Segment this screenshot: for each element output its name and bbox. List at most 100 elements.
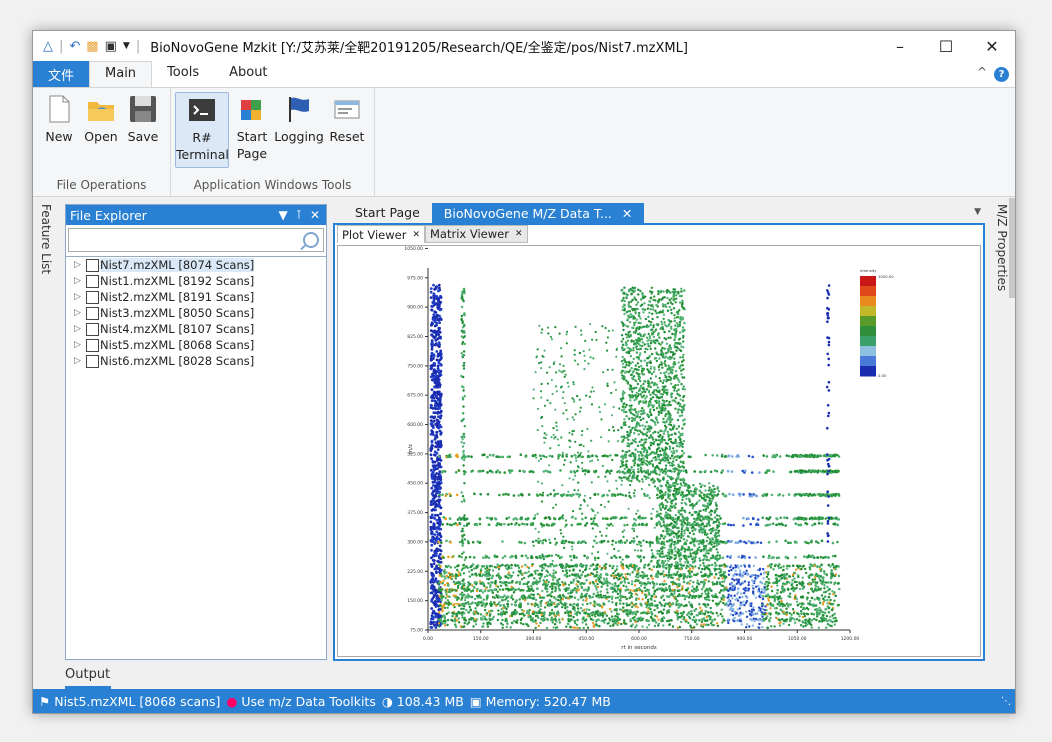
data-point [822, 597, 825, 600]
tab-mz-data-toolkit[interactable]: BioNovoGene M/Z Data T... ✕ [431, 203, 645, 223]
tab-start-page[interactable]: Start Page [343, 203, 432, 223]
file-checkbox[interactable] [86, 290, 99, 304]
data-point [801, 621, 805, 624]
tab-close-icon[interactable]: ✕ [622, 206, 632, 221]
data-point [593, 600, 596, 603]
data-point [430, 607, 434, 610]
data-point [834, 566, 837, 569]
data-point [485, 516, 489, 520]
x-tick-label: 750.00 [684, 636, 700, 642]
save-button[interactable]: Save [125, 94, 161, 145]
data-point [680, 614, 684, 618]
file-search-input[interactable] [68, 228, 324, 252]
data-point [487, 621, 490, 624]
data-point [755, 494, 759, 498]
data-point [711, 581, 714, 584]
data-point [649, 321, 653, 324]
flask-icon[interactable]: △ [43, 39, 53, 54]
file-checkbox[interactable] [86, 258, 99, 272]
expand-arrow-icon[interactable]: ▷ [74, 340, 86, 350]
data-point [700, 620, 704, 623]
data-point [497, 566, 500, 569]
data-point [541, 596, 545, 599]
logging-button[interactable]: Logging [273, 94, 325, 145]
data-point [437, 368, 440, 372]
tab-matrix-viewer[interactable]: Matrix Viewer ✕ [424, 225, 528, 243]
plot-viewer[interactable]: 0.00 150.00 300.00 450.00 600.00 750.00 900.00… [337, 245, 981, 657]
data-point [466, 593, 470, 596]
file-tree-item[interactable]: ▷ Nist4.mzXML [8107 Scans] [74, 321, 326, 337]
expand-arrow-icon[interactable]: ▷ [74, 308, 86, 318]
dropdown-arrow-icon[interactable]: ▼ [123, 41, 130, 51]
close-button[interactable]: ✕ [969, 31, 1015, 61]
open-button[interactable]: Open [81, 94, 121, 145]
file-checkbox[interactable] [86, 306, 99, 320]
tab-tools[interactable]: Tools [152, 61, 214, 87]
data-point [831, 572, 834, 575]
data-point [675, 603, 678, 607]
feature-list-tab[interactable]: Feature List [39, 204, 53, 274]
file-checkbox[interactable] [86, 338, 99, 352]
data-point [562, 540, 566, 544]
expand-arrow-icon[interactable]: ▷ [74, 276, 86, 286]
file-checkbox[interactable] [86, 354, 99, 368]
help-icon[interactable]: ? [994, 67, 1009, 82]
file-tree-item[interactable]: ▷ Nist2.mzXML [8191 Scans] [74, 289, 326, 305]
file-tree-item[interactable]: ▷ Nist5.mzXML [8068 Scans] [74, 337, 326, 353]
expand-arrow-icon[interactable]: ▷ [74, 356, 86, 366]
collapse-ribbon-icon[interactable]: ^ [977, 65, 987, 79]
file-tree-item[interactable]: ▷ Nist1.mzXML [8192 Scans] [74, 273, 326, 289]
file-tree-item[interactable]: ▷ Nist7.mzXML [8074 Scans] [74, 257, 326, 273]
tab-main[interactable]: Main [89, 61, 153, 87]
data-point [621, 470, 625, 474]
file-checkbox[interactable] [86, 274, 99, 288]
search-icon[interactable] [303, 232, 319, 248]
tab-about[interactable]: About [214, 61, 282, 87]
data-point [430, 388, 434, 391]
data-point [576, 589, 579, 592]
new-button[interactable]: New [41, 94, 77, 145]
tab-plot-viewer[interactable]: Plot Viewer ✕ [337, 225, 425, 243]
mz-scatter-plot[interactable]: 0.00 150.00 300.00 450.00 600.00 750.00 900.00… [338, 246, 980, 656]
y-axis-label: m/z [408, 444, 414, 454]
data-point [637, 597, 641, 600]
minimize-button[interactable]: – [877, 31, 923, 61]
data-point [690, 610, 693, 613]
data-point [816, 581, 819, 584]
data-point [482, 598, 485, 601]
pin-icon[interactable]: ⊺ [296, 208, 302, 222]
expand-arrow-icon[interactable]: ▷ [74, 324, 86, 334]
data-point [569, 610, 572, 613]
maximize-button[interactable]: ☐ [923, 31, 969, 61]
data-point [435, 358, 439, 362]
file-tree-item[interactable]: ▷ Nist6.mzXML [8028 Scans] [74, 353, 326, 369]
data-point [667, 576, 670, 579]
open-folder-icon[interactable]: ▩ [86, 39, 98, 54]
data-point [688, 617, 692, 620]
matrix-viewer-close-icon[interactable]: ✕ [515, 229, 523, 239]
terminal-icon[interactable]: ▣ [105, 39, 117, 54]
start-page-button[interactable]: Start Page [233, 94, 271, 162]
undo-icon[interactable]: ↶ [69, 39, 80, 54]
feature-list-strip[interactable]: Feature List [33, 198, 59, 668]
file-tree-item[interactable]: ▷ Nist3.mzXML [8050 Scans] [74, 305, 326, 321]
expand-arrow-icon[interactable]: ▷ [74, 292, 86, 302]
panel-close-icon[interactable]: ✕ [310, 208, 320, 222]
r-terminal-button[interactable]: R# Terminal [175, 92, 229, 168]
data-point [518, 598, 521, 601]
data-point [431, 472, 434, 476]
data-point [650, 602, 654, 605]
file-checkbox[interactable] [86, 322, 99, 336]
reset-button[interactable]: Reset [327, 94, 367, 145]
expand-arrow-icon[interactable]: ▷ [74, 260, 86, 270]
plot-viewer-close-icon[interactable]: ✕ [412, 230, 420, 240]
data-point [449, 602, 453, 606]
tab-file[interactable]: 文件 [33, 61, 90, 87]
tab-list-dropdown-icon[interactable]: ▼ [974, 207, 981, 217]
data-point [827, 595, 831, 599]
data-point [711, 620, 714, 623]
panel-menu-icon[interactable]: ▼ [278, 208, 287, 222]
data-point [434, 615, 437, 618]
data-point [543, 606, 547, 609]
data-point [431, 444, 434, 448]
